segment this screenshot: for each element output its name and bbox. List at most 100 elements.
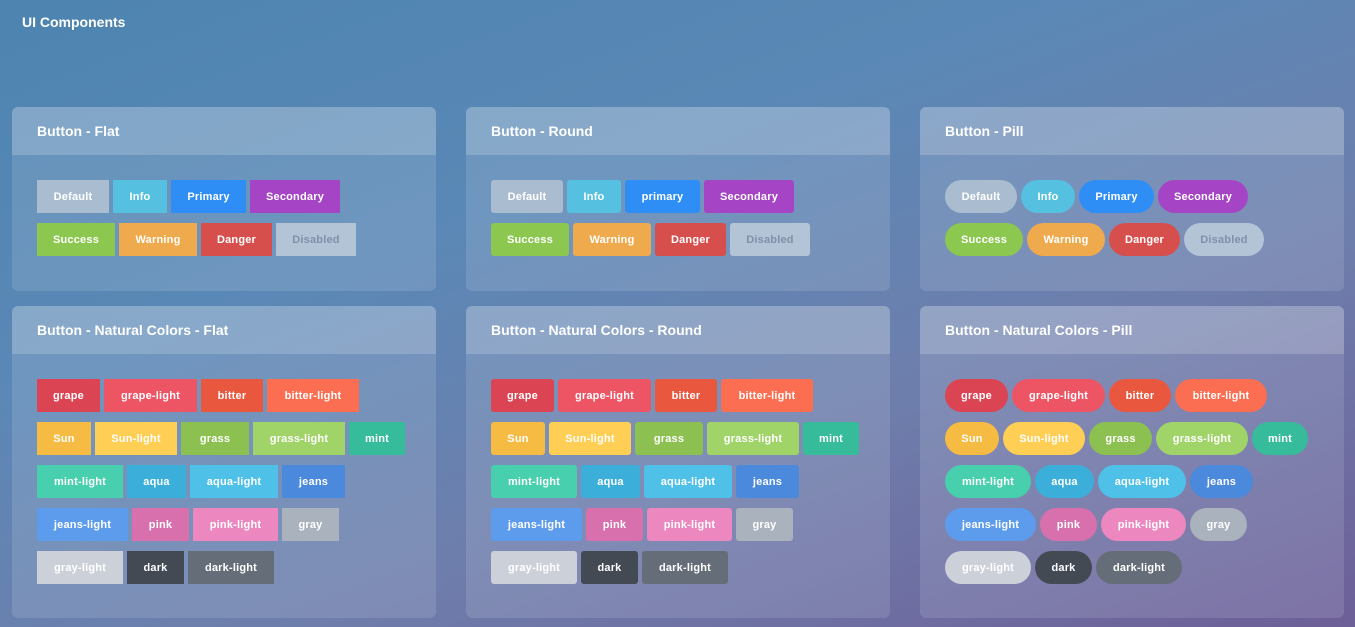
gray-light-button[interactable]: gray-light bbox=[37, 551, 123, 584]
pink-light-button[interactable]: pink-light bbox=[1101, 508, 1186, 541]
aqua-button[interactable]: aqua bbox=[127, 465, 186, 498]
dark-light-button[interactable]: dark-light bbox=[642, 551, 728, 584]
dark-button[interactable]: dark bbox=[581, 551, 638, 584]
bitter-button[interactable]: bitter bbox=[201, 379, 263, 412]
pink-button[interactable]: pink bbox=[586, 508, 643, 541]
jeans-button[interactable]: jeans bbox=[736, 465, 799, 498]
pink-light-button[interactable]: pink-light bbox=[647, 508, 732, 541]
jeans-light-button[interactable]: jeans-light bbox=[491, 508, 582, 541]
button-group: Default Info Primary Secondary Success Warnin… bbox=[920, 155, 1320, 256]
button-group: grape grape-light bitter bitter-light Sun Sun… bbox=[920, 354, 1320, 584]
warning-button[interactable]: Warning bbox=[119, 223, 197, 256]
panel-button-flat: Button - Flat Default Info Primary Secondar… bbox=[12, 107, 436, 291]
default-button[interactable]: Default bbox=[945, 180, 1017, 213]
dark-light-button[interactable]: dark-light bbox=[188, 551, 274, 584]
grass-button[interactable]: grass bbox=[181, 422, 249, 455]
grass-light-button[interactable]: grass-light bbox=[253, 422, 345, 455]
mint-light-button[interactable]: mint-light bbox=[37, 465, 123, 498]
aqua-button[interactable]: aqua bbox=[581, 465, 640, 498]
aqua-button[interactable]: aqua bbox=[1035, 465, 1094, 498]
button-group: Default Info Primary Secondary Success Warnin… bbox=[12, 155, 412, 256]
gray-button[interactable]: gray bbox=[282, 508, 339, 541]
mint-light-button[interactable]: mint-light bbox=[945, 465, 1031, 498]
page-title: UI Components bbox=[22, 14, 126, 30]
sun-light-button[interactable]: Sun-light bbox=[1003, 422, 1085, 455]
pink-light-button[interactable]: pink-light bbox=[193, 508, 278, 541]
panel-natural-pill: Button - Natural Colors - Pill grape grap… bbox=[920, 306, 1344, 618]
secondary-button[interactable]: Secondary bbox=[250, 180, 340, 213]
danger-button[interactable]: Danger bbox=[201, 223, 272, 256]
grape-button[interactable]: grape bbox=[37, 379, 100, 412]
jeans-button[interactable]: jeans bbox=[282, 465, 345, 498]
danger-button[interactable]: Danger bbox=[1109, 223, 1180, 256]
panel-title: Button - Natural Colors - Round bbox=[466, 306, 890, 354]
dark-light-button[interactable]: dark-light bbox=[1096, 551, 1182, 584]
disabled-button: Disabled bbox=[730, 223, 810, 256]
bitter-light-button[interactable]: bitter-light bbox=[721, 379, 813, 412]
gray-button[interactable]: gray bbox=[1190, 508, 1247, 541]
pink-button[interactable]: pink bbox=[132, 508, 189, 541]
pink-button[interactable]: pink bbox=[1040, 508, 1097, 541]
default-button[interactable]: Default bbox=[491, 180, 563, 213]
default-button[interactable]: Default bbox=[37, 180, 109, 213]
grass-button[interactable]: grass bbox=[1089, 422, 1152, 455]
primary-button[interactable]: Primary bbox=[171, 180, 246, 213]
sun-light-button[interactable]: Sun-light bbox=[95, 422, 177, 455]
grape-light-button[interactable]: grape-light bbox=[104, 379, 197, 412]
dark-button[interactable]: dark bbox=[127, 551, 184, 584]
success-button[interactable]: Success bbox=[945, 223, 1023, 256]
gray-button[interactable]: gray bbox=[736, 508, 793, 541]
info-button[interactable]: Info bbox=[1021, 180, 1075, 213]
grape-light-button[interactable]: grape-light bbox=[558, 379, 651, 412]
panel-button-round: Button - Round Default Info primary Seconda… bbox=[466, 107, 890, 291]
aqua-light-button[interactable]: aqua-light bbox=[644, 465, 732, 498]
grape-light-button[interactable]: grape-light bbox=[1012, 379, 1105, 412]
panel-title: Button - Natural Colors - Flat bbox=[12, 306, 436, 354]
primary-button[interactable]: Primary bbox=[1079, 180, 1154, 213]
mint-button[interactable]: mint bbox=[1252, 422, 1308, 455]
grass-button[interactable]: grass bbox=[635, 422, 703, 455]
jeans-light-button[interactable]: jeans-light bbox=[37, 508, 128, 541]
warning-button[interactable]: Warning bbox=[1027, 223, 1105, 256]
success-button[interactable]: Success bbox=[491, 223, 569, 256]
danger-button[interactable]: Danger bbox=[655, 223, 726, 256]
button-group: grape grape-light bitter bitter-light Sun Sun… bbox=[466, 354, 866, 584]
panel-title: Button - Natural Colors - Pill bbox=[920, 306, 1344, 354]
info-button[interactable]: Info bbox=[113, 180, 167, 213]
success-button[interactable]: Success bbox=[37, 223, 115, 256]
panel-title: Button - Pill bbox=[920, 107, 1344, 155]
mint-light-button[interactable]: mint-light bbox=[491, 465, 577, 498]
grass-light-button[interactable]: grass-light bbox=[707, 422, 799, 455]
sun-light-button[interactable]: Sun-light bbox=[549, 422, 631, 455]
warning-button[interactable]: Warning bbox=[573, 223, 651, 256]
info-button[interactable]: Info bbox=[567, 180, 621, 213]
gray-light-button[interactable]: gray-light bbox=[491, 551, 577, 584]
gray-light-button[interactable]: gray-light bbox=[945, 551, 1031, 584]
secondary-button[interactable]: Secondary bbox=[704, 180, 794, 213]
sun-button[interactable]: Sun bbox=[491, 422, 545, 455]
panel-title: Button - Flat bbox=[12, 107, 436, 155]
aqua-light-button[interactable]: aqua-light bbox=[1098, 465, 1186, 498]
button-group: grape grape-light bitter bitter-light Sun Sun… bbox=[12, 354, 412, 584]
bitter-light-button[interactable]: bitter-light bbox=[1175, 379, 1267, 412]
panel-button-pill: Button - Pill Default Info Primary Secondar… bbox=[920, 107, 1344, 291]
bitter-light-button[interactable]: bitter-light bbox=[267, 379, 359, 412]
bitter-button[interactable]: bitter bbox=[1109, 379, 1171, 412]
bitter-button[interactable]: bitter bbox=[655, 379, 717, 412]
sun-button[interactable]: Sun bbox=[945, 422, 999, 455]
mint-button[interactable]: mint bbox=[349, 422, 405, 455]
aqua-light-button[interactable]: aqua-light bbox=[190, 465, 278, 498]
disabled-button: Disabled bbox=[276, 223, 356, 256]
jeans-button[interactable]: jeans bbox=[1190, 465, 1253, 498]
mint-button[interactable]: mint bbox=[803, 422, 859, 455]
grape-button[interactable]: grape bbox=[491, 379, 554, 412]
panel-natural-flat: Button - Natural Colors - Flat grape grap… bbox=[12, 306, 436, 618]
dark-button[interactable]: dark bbox=[1035, 551, 1092, 584]
sun-button[interactable]: Sun bbox=[37, 422, 91, 455]
grape-button[interactable]: grape bbox=[945, 379, 1008, 412]
disabled-button: Disabled bbox=[1184, 223, 1264, 256]
jeans-light-button[interactable]: jeans-light bbox=[945, 508, 1036, 541]
grass-light-button[interactable]: grass-light bbox=[1156, 422, 1248, 455]
secondary-button[interactable]: Secondary bbox=[1158, 180, 1248, 213]
primary-button[interactable]: primary bbox=[625, 180, 700, 213]
